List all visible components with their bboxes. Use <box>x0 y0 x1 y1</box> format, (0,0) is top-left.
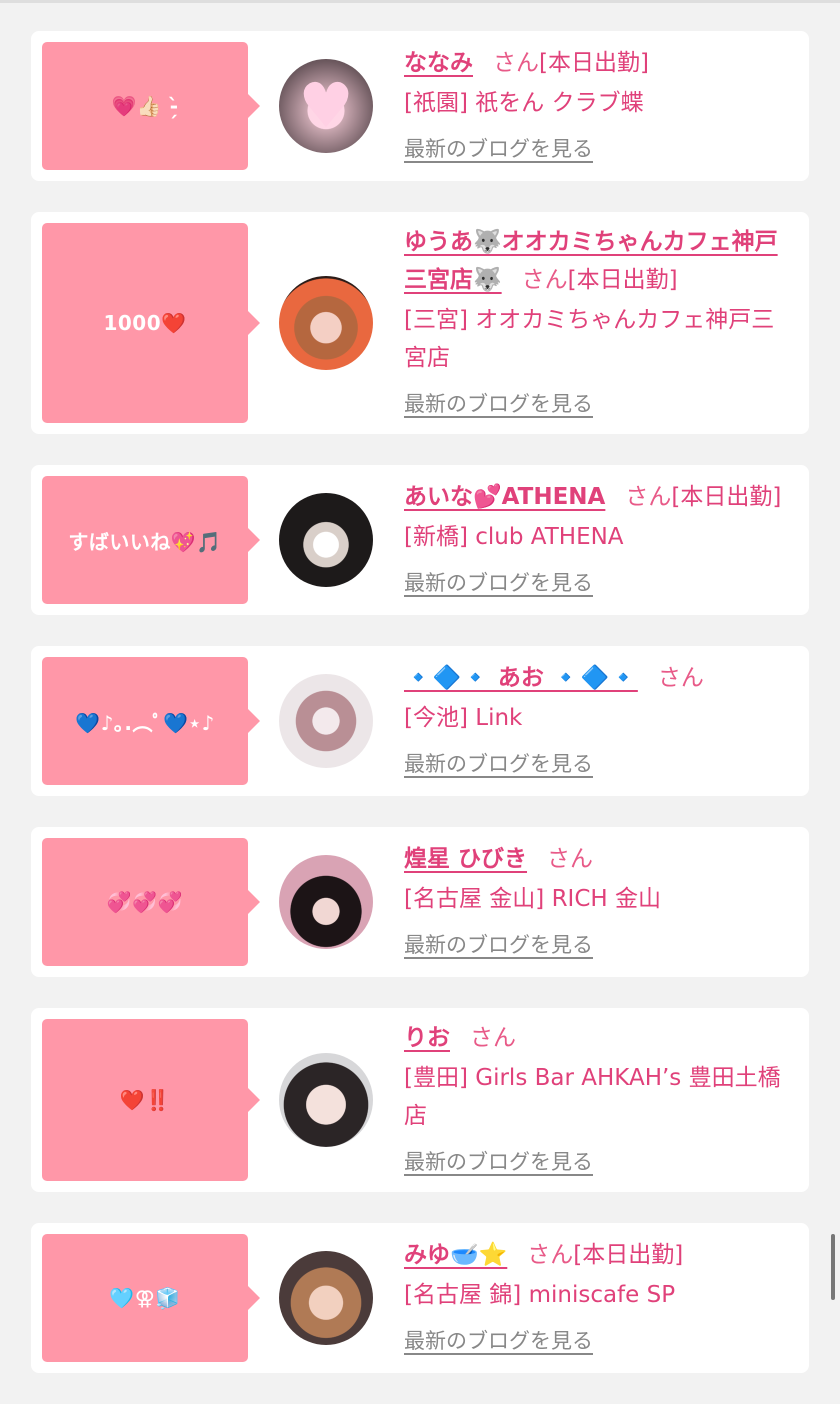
comment-bubble: 💗👍🏻 ‑̗̀ <box>42 42 260 170</box>
shop-name: [豊田] Girls Bar AHKAH’s 豊田土橋店 <box>404 1065 781 1129</box>
comment-text: 💙♪｡.︵ﾟ💙⋆♪ <box>75 710 215 735</box>
shop-name: [名古屋 錦] miniscafe SP <box>404 1282 676 1308</box>
cast-info: 煌星 ひびき さん [名古屋 金山] RICH 金山 最新のブログを見る <box>404 840 809 964</box>
honorific: さん <box>493 50 539 76</box>
shop-name: [三宮] オオカミちゃんカフェ神戸三宮店 <box>404 307 775 371</box>
comment-text: すばいいね💖🎵 <box>68 529 222 554</box>
comment-text: 💗👍🏻 ‑̗̀ <box>111 94 179 118</box>
honorific: さん <box>547 846 594 872</box>
comment-text: 💞💞💞 <box>106 890 184 914</box>
shop-name: [祇園] 祇をん クラブ蝶 <box>404 90 644 116</box>
cast-name-link[interactable]: りお <box>404 1025 450 1051</box>
latest-blog-link[interactable]: 最新のブログを見る <box>404 745 593 783</box>
status-badge: [本日出勤] <box>567 267 678 293</box>
cast-info: あいな💕ATHENA さん[本日出勤] [新橋] club ATHENA 最新のブ… <box>404 478 809 602</box>
cast-name-link[interactable]: 煌星 ひびき <box>404 846 527 872</box>
latest-blog-link[interactable]: 最新のブログを見る <box>404 1322 593 1360</box>
cast-name-link[interactable]: 🔹🔷🔹 あお 🔹🔷🔹 <box>404 665 638 691</box>
cast-info: ななみ さん[本日出勤] [祇園] 祇をん クラブ蝶 最新のブログを見る <box>404 44 809 168</box>
list-item: ❤️‼️ りお さん [豊田] Girls Bar AHKAH’s 豊田土橋店 最… <box>31 1008 809 1192</box>
comment-bubble: ❤️‼️ <box>42 1019 260 1181</box>
cast-info: みゆ🥣⭐ さん[本日出勤] [名古屋 錦] miniscafe SP 最新のブログ… <box>404 1236 809 1360</box>
comment-bubble: 1000❤️ <box>42 223 260 423</box>
avatar[interactable] <box>279 1053 373 1147</box>
comment-bubble: すばいいね💖🎵 <box>42 476 260 604</box>
comment-text: ❤️‼️ <box>119 1088 171 1112</box>
blog-card-list: 💗👍🏻 ‑̗̀ ♥ ななみ さん[本日出勤] [祇園] 祇をん クラブ蝶 最新のブ… <box>31 31 809 1404</box>
honorific: さん <box>625 484 672 510</box>
comment-bubble: 🩵⚢🧊 <box>42 1234 260 1362</box>
list-item: すばいいね💖🎵 あいな💕ATHENA さん[本日出勤] [新橋] club ATH… <box>31 465 809 615</box>
list-item: 💙♪｡.︵ﾟ💙⋆♪ 🔹🔷🔹 あお 🔹🔷🔹 さん [今池] Link 最新のブログを… <box>31 646 809 796</box>
latest-blog-link[interactable]: 最新のブログを見る <box>404 385 593 423</box>
avatar[interactable]: ♥ <box>279 59 373 153</box>
cast-name-link[interactable]: みゆ🥣⭐ <box>404 1242 507 1268</box>
cast-info: 🔹🔷🔹 あお 🔹🔷🔹 さん [今池] Link 最新のブログを見る <box>404 659 809 783</box>
list-item: 🩵⚢🧊 みゆ🥣⭐ さん[本日出勤] [名古屋 錦] miniscafe SP 最新… <box>31 1223 809 1373</box>
comment-text: 🩵⚢🧊 <box>109 1286 181 1310</box>
comment-bubble: 💞💞💞 <box>42 838 260 966</box>
top-divider <box>0 0 840 3</box>
cast-info: りお さん [豊田] Girls Bar AHKAH’s 豊田土橋店 最新のブログ… <box>404 1019 809 1181</box>
avatar[interactable] <box>279 674 373 768</box>
cast-name-link[interactable]: あいな💕ATHENA <box>404 484 605 510</box>
latest-blog-link[interactable]: 最新のブログを見る <box>404 564 593 602</box>
status-badge: [本日出勤] <box>539 50 649 76</box>
avatar[interactable] <box>279 855 373 949</box>
avatar[interactable] <box>279 493 373 587</box>
status-badge: [本日出勤] <box>671 484 782 510</box>
honorific: さん <box>470 1025 516 1051</box>
honorific: さん <box>657 665 704 691</box>
latest-blog-link[interactable]: 最新のブログを見る <box>404 130 593 168</box>
cast-name-link[interactable]: ななみ <box>404 50 473 76</box>
avatar[interactable] <box>279 276 373 370</box>
status-badge: [本日出勤] <box>573 1242 684 1268</box>
latest-blog-link[interactable]: 最新のブログを見る <box>404 926 593 964</box>
vertical-scrollbar[interactable] <box>831 1234 835 1300</box>
shop-name: [今池] Link <box>404 705 523 731</box>
list-item: 💞💞💞 煌星 ひびき さん [名古屋 金山] RICH 金山 最新のブログを見る <box>31 827 809 977</box>
shop-name: [新橋] club ATHENA <box>404 524 624 550</box>
avatar[interactable] <box>279 1251 373 1345</box>
cast-info: ゆうあ🐺オオカミちゃんカフェ神戸三宮店🐺 さん[本日出勤] [三宮] オオカミちゃ… <box>404 223 809 423</box>
honorific: さん <box>521 267 568 293</box>
list-item: 1000❤️ ゆうあ🐺オオカミちゃんカフェ神戸三宮店🐺 さん[本日出勤] [三宮]… <box>31 212 809 434</box>
comment-text: 1000❤️ <box>103 311 187 335</box>
honorific: さん <box>527 1242 574 1268</box>
list-item: 💗👍🏻 ‑̗̀ ♥ ななみ さん[本日出勤] [祇園] 祇をん クラブ蝶 最新のブ… <box>31 31 809 181</box>
comment-bubble: 💙♪｡.︵ﾟ💙⋆♪ <box>42 657 260 785</box>
heart-photo-icon: ♥ <box>298 69 354 142</box>
shop-name: [名古屋 金山] RICH 金山 <box>404 886 661 912</box>
latest-blog-link[interactable]: 最新のブログを見る <box>404 1143 593 1181</box>
